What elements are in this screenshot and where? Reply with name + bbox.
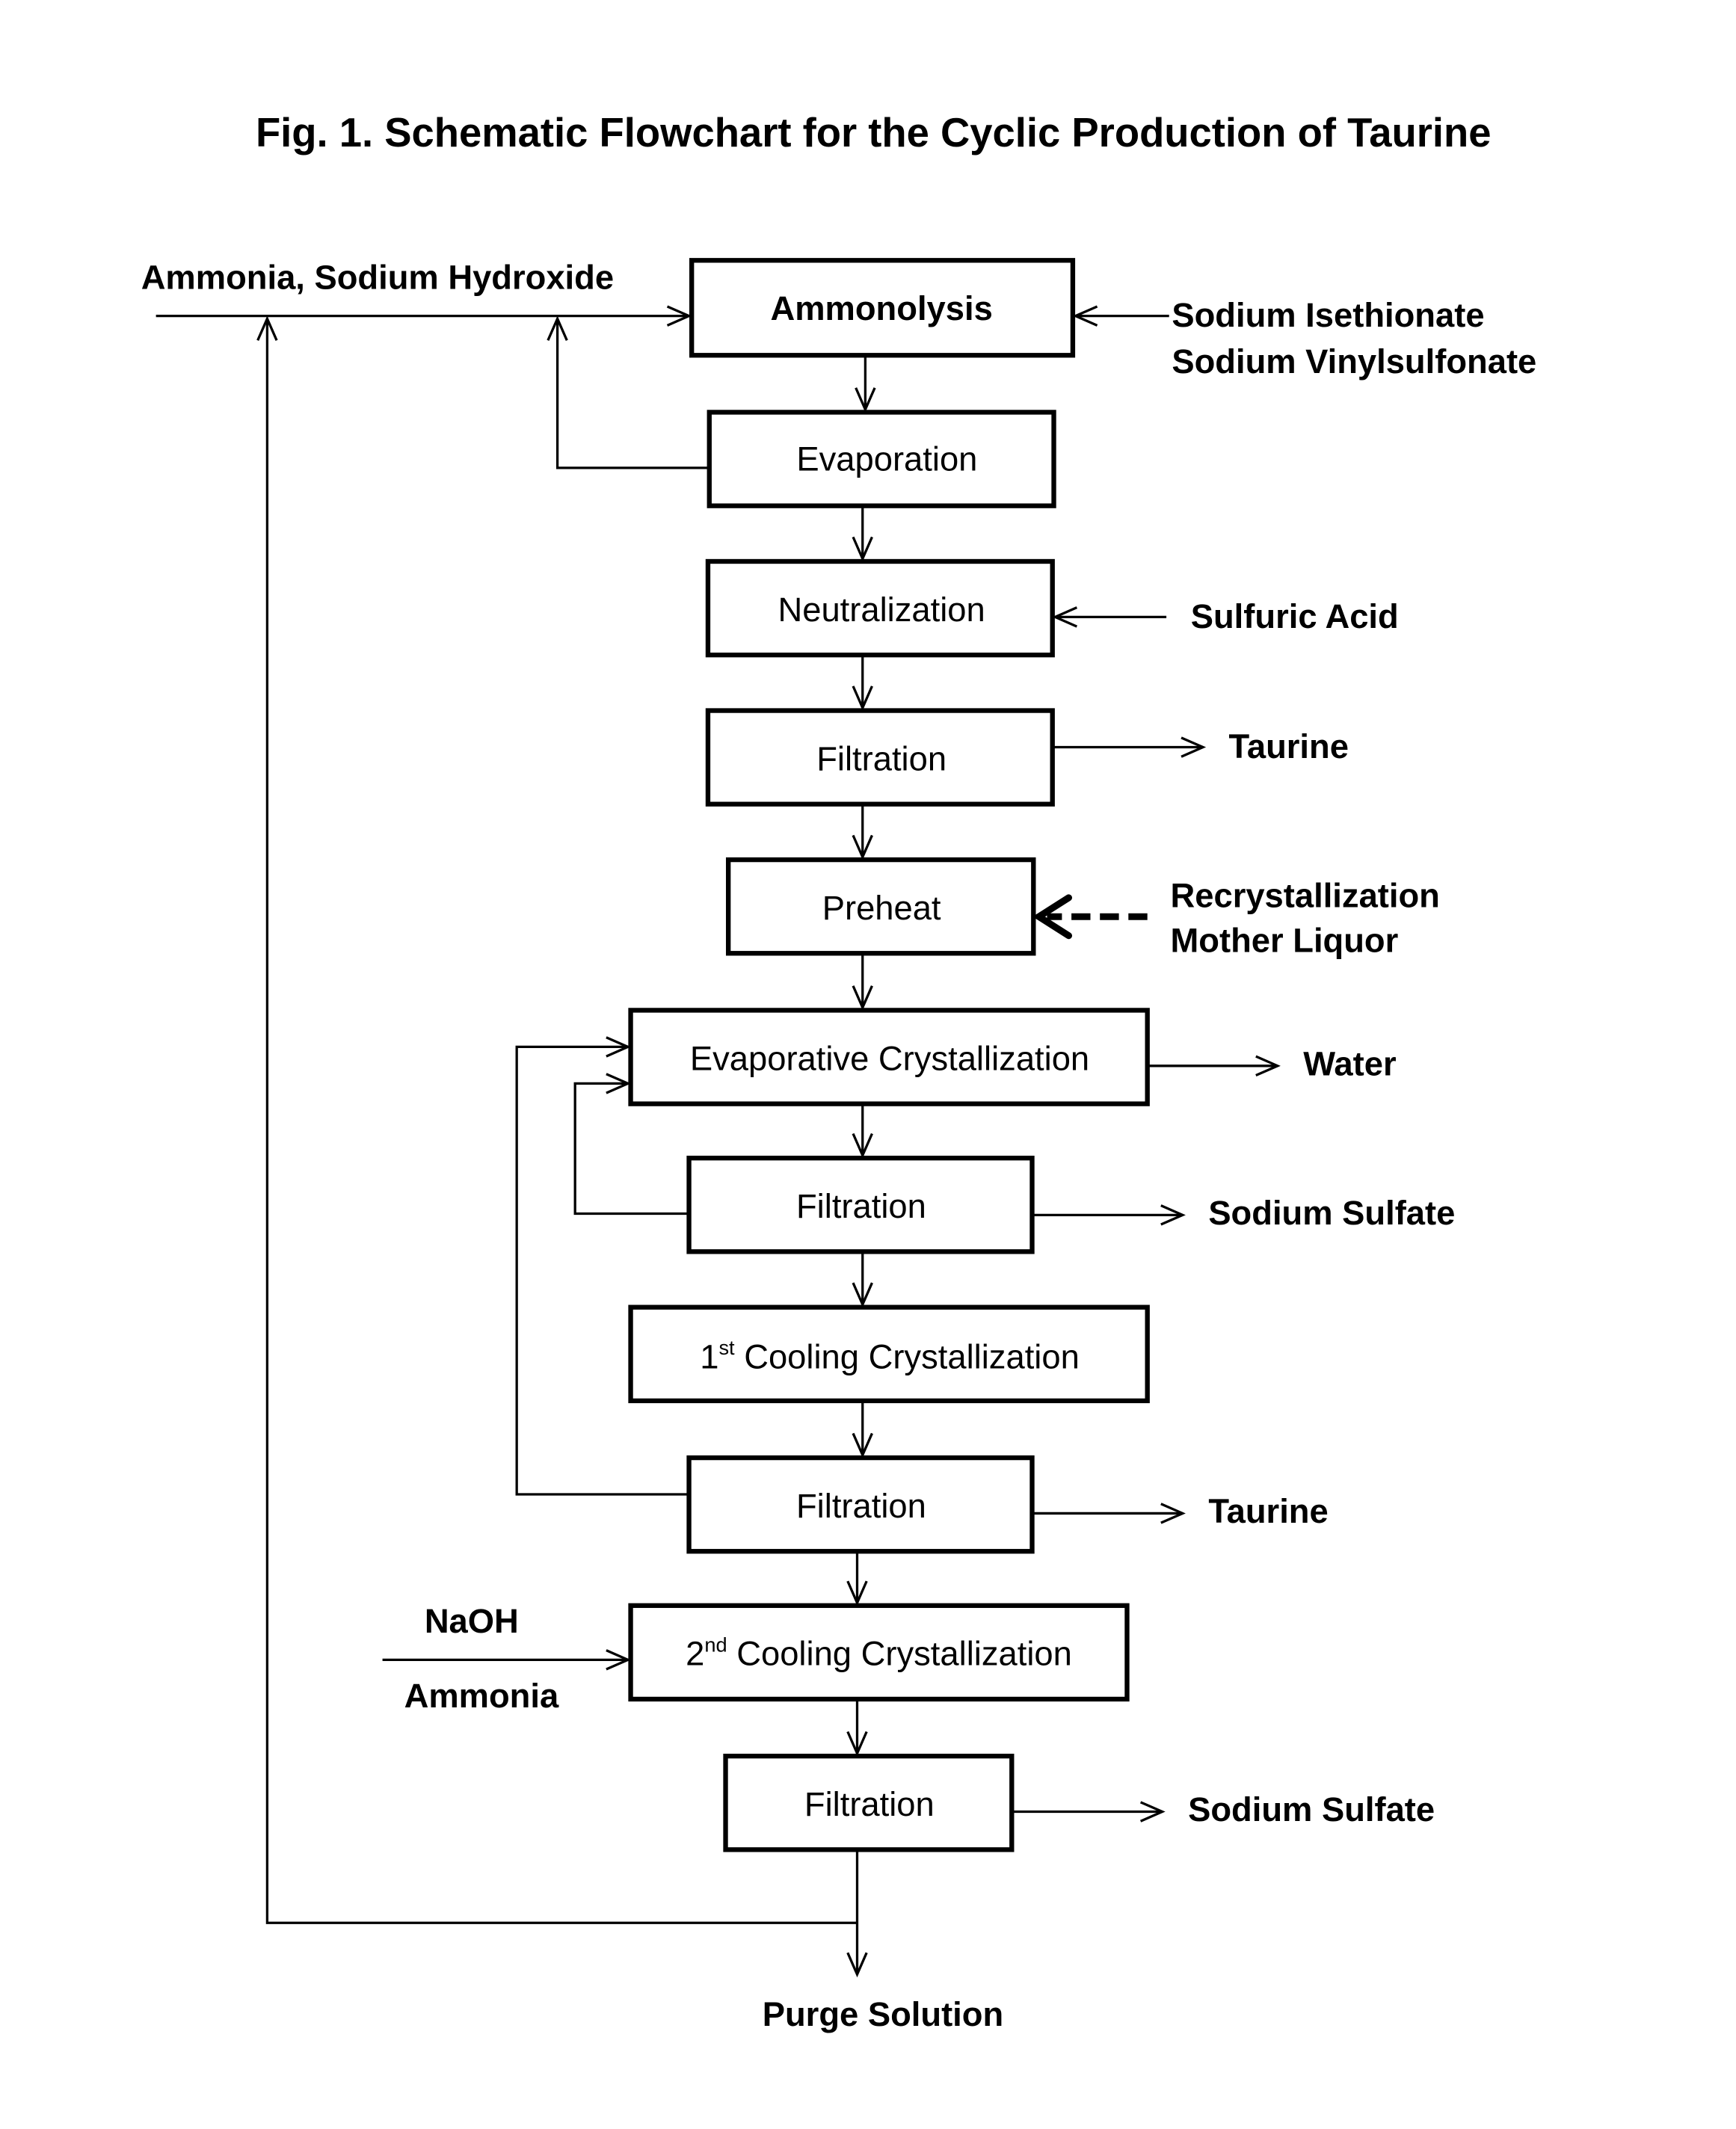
step-cooling-crystallization-2: 2nd Cooling Crystallization	[628, 1603, 1130, 1702]
step-label: Filtration	[796, 1187, 926, 1225]
output-sodium-sulfate-1: Sodium Sulfate	[1208, 1194, 1455, 1232]
step-label: Filtration	[804, 1785, 935, 1823]
output-water: Water	[1303, 1045, 1396, 1083]
figure-title: Fig. 1. Schematic Flowchart for the Cycl…	[256, 110, 1492, 155]
step-label: Neutralization	[778, 591, 985, 629]
arrow-ammonia-naoh-in	[156, 305, 692, 327]
input-ammonia-sodium-hydroxide: Ammonia, Sodium Hydroxide	[141, 258, 614, 296]
step-label: Evaporative Crystallization	[690, 1039, 1089, 1077]
flowchart: Fig. 1. Schematic Flowchart for the Cycl…	[141, 110, 1537, 2033]
arrow-water-out	[1147, 1055, 1281, 1077]
input-sodium-vinylsulfonate: Sodium Vinylsulfonate	[1172, 342, 1536, 380]
step-ammonolysis: Ammonolysis	[689, 258, 1076, 358]
step-filtration-2: Filtration	[686, 1155, 1035, 1254]
step-filtration-1: Filtration	[705, 708, 1055, 807]
input-sulfuric-acid: Sulfuric Acid	[1191, 597, 1399, 635]
input-ammonia: Ammonia	[404, 1677, 559, 1715]
step-label: Filtration	[816, 739, 947, 777]
step-label: Ammonolysis	[770, 289, 992, 327]
input-mother-liquor: Mother Liquor	[1171, 921, 1399, 959]
output-purge-solution: Purge Solution	[763, 1995, 1003, 2033]
dashed-arrow-mother-liquor-in	[1032, 894, 1148, 940]
step-label: Filtration	[796, 1487, 926, 1525]
step-label: 1st Cooling Crystallization	[700, 1336, 1080, 1375]
output-taurine-1: Taurine	[1229, 727, 1349, 765]
step-label: 2nd Cooling Crystallization	[686, 1633, 1072, 1672]
arrow-naoh-ammonia-in	[382, 1649, 631, 1671]
arrow-taurine-out-1	[1052, 736, 1207, 758]
arrow-taurine-out-2	[1032, 1503, 1186, 1524]
input-sodium-isethionate: Sodium Isethionate	[1172, 296, 1484, 334]
step-label: Preheat	[822, 889, 941, 927]
step-preheat: Preheat	[725, 857, 1036, 956]
recycle-evaporation-to-ammonolysis	[547, 315, 710, 469]
input-recrystallization: Recrystallization	[1171, 877, 1440, 915]
step-label: Evaporation	[796, 440, 977, 478]
arrow-sodium-sulfate-out-2	[1012, 1801, 1166, 1823]
arrow-sulfuric-acid-in	[1052, 606, 1167, 628]
step-cooling-crystallization-1: 1st Cooling Crystallization	[628, 1304, 1150, 1404]
output-sodium-sulfate-2: Sodium Sulfate	[1188, 1790, 1435, 1828]
step-evaporative-crystallization: Evaporative Crystallization	[628, 1008, 1150, 1106]
step-evaporation: Evaporation	[707, 410, 1056, 508]
arrow-sodium-sulfate-out-1	[1032, 1204, 1186, 1226]
step-neutralization: Neutralization	[705, 558, 1055, 658]
step-filtration-3: Filtration	[686, 1455, 1035, 1554]
input-naoh: NaOH	[425, 1602, 519, 1640]
step-filtration-4: Filtration	[723, 1753, 1015, 1852]
output-taurine-2: Taurine	[1208, 1492, 1328, 1530]
arrow-isethionate-in	[1072, 305, 1169, 327]
